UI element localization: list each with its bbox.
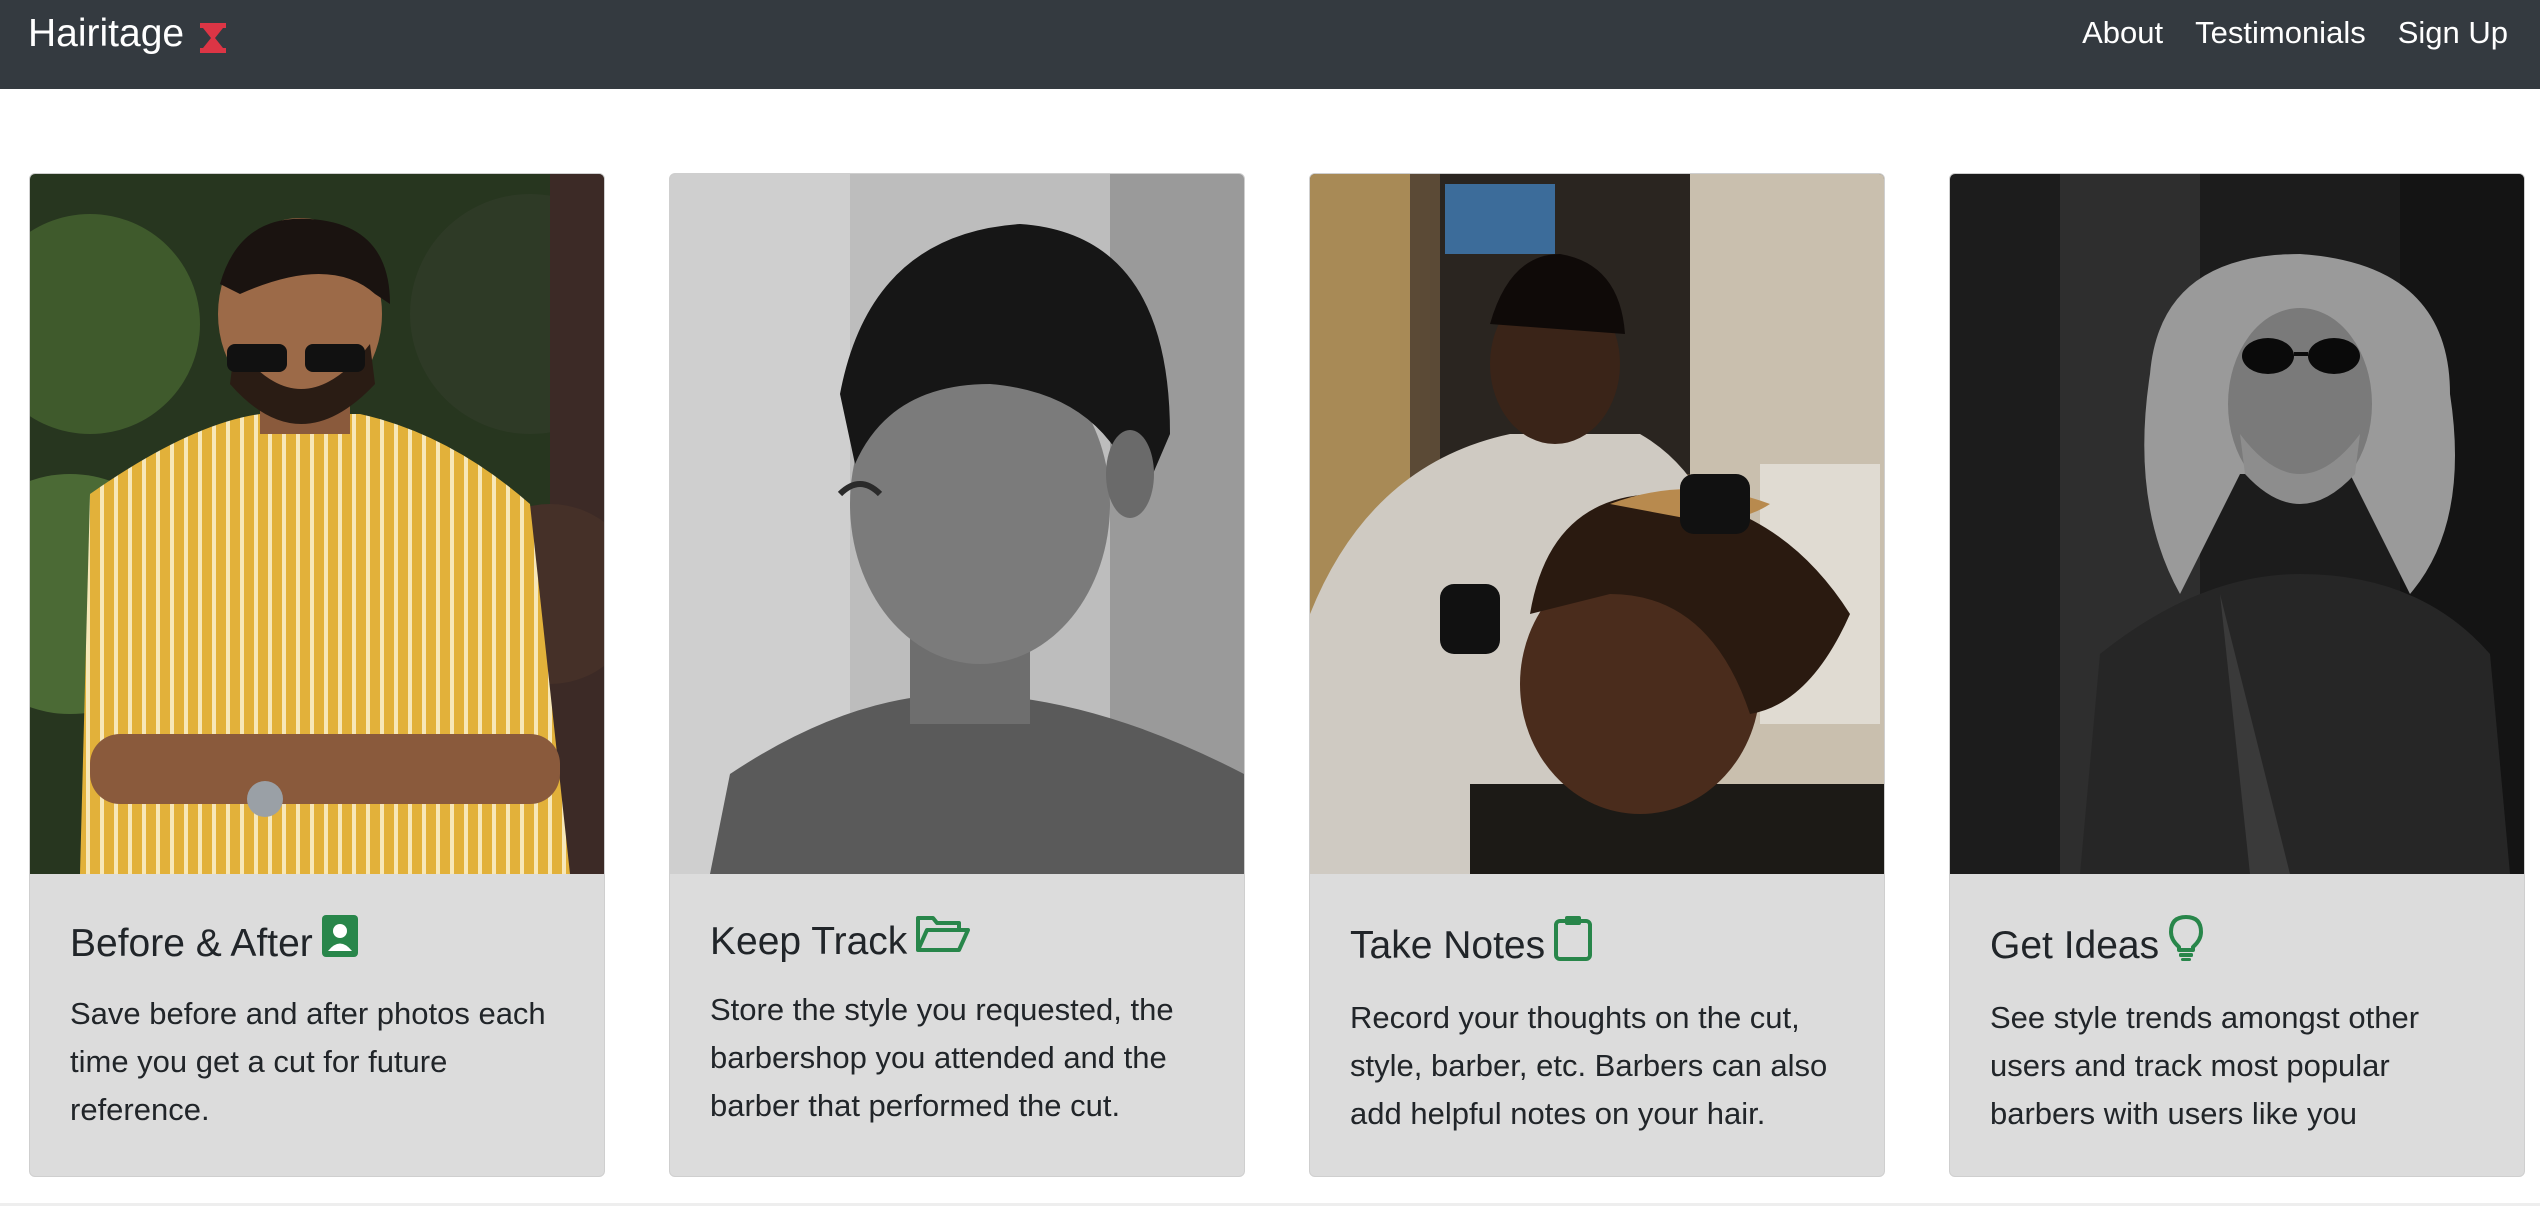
person-badge-icon bbox=[321, 914, 359, 974]
card-title-text: Before & After bbox=[70, 922, 313, 965]
hourglass-icon bbox=[198, 18, 228, 53]
man-with-long-curly-hair-photo bbox=[1950, 174, 2524, 874]
card-title-text: Keep Track bbox=[710, 920, 908, 963]
card-title: Keep Track bbox=[710, 914, 1215, 970]
card-text: Record your thoughts on the cut, style, … bbox=[1350, 1000, 1828, 1131]
feature-card-get-ideas: Get Ideas See style trends amongst other… bbox=[1949, 173, 2525, 1177]
brand-name[interactable]: Hairitage bbox=[28, 10, 184, 58]
card-body: Take Notes Record your thoughts on the c… bbox=[1350, 914, 1855, 1138]
barber-cutting-hair-photo bbox=[1310, 174, 1884, 874]
card-body: Get Ideas See style trends amongst other… bbox=[1990, 914, 2495, 1138]
lightbulb-icon bbox=[2167, 914, 2205, 978]
card-text: Store the style you requested, the barbe… bbox=[710, 992, 1174, 1123]
card-title: Get Ideas bbox=[1990, 914, 2495, 978]
feature-card-keep-track: Keep Track Store the style you requested… bbox=[669, 173, 1245, 1177]
card-text: See style trends amongst other users and… bbox=[1990, 1000, 2420, 1131]
nav-links: About Testimonials Sign Up bbox=[2050, 12, 2508, 54]
folder-open-icon bbox=[915, 914, 971, 970]
section-divider bbox=[0, 1203, 2540, 1206]
card-body: Before & After Save before and after pho… bbox=[70, 914, 575, 1134]
clipboard-icon bbox=[1553, 914, 1593, 978]
feature-card-take-notes: Take Notes Record your thoughts on the c… bbox=[1309, 173, 1885, 1177]
card-body: Keep Track Store the style you requested… bbox=[710, 914, 1215, 1130]
nav-link-sign-up[interactable]: Sign Up bbox=[2398, 12, 2508, 54]
card-title: Before & After bbox=[70, 914, 575, 974]
brand[interactable]: Hairitage bbox=[28, 10, 228, 58]
feature-card-before-after: Before & After Save before and after pho… bbox=[29, 173, 605, 1177]
nav-link-testimonials[interactable]: Testimonials bbox=[2195, 12, 2366, 54]
navbar: Hairitage About Testimonials Sign Up bbox=[0, 0, 2540, 89]
card-text: Save before and after photos each time y… bbox=[70, 996, 546, 1127]
card-title-text: Take Notes bbox=[1350, 924, 1546, 967]
black-and-white-portrait-photo bbox=[670, 174, 1244, 874]
nav-link-about[interactable]: About bbox=[2082, 12, 2163, 54]
card-title-text: Get Ideas bbox=[1990, 924, 2160, 967]
man-in-yellow-striped-shirt-photo bbox=[30, 174, 604, 874]
card-title: Take Notes bbox=[1350, 914, 1855, 978]
